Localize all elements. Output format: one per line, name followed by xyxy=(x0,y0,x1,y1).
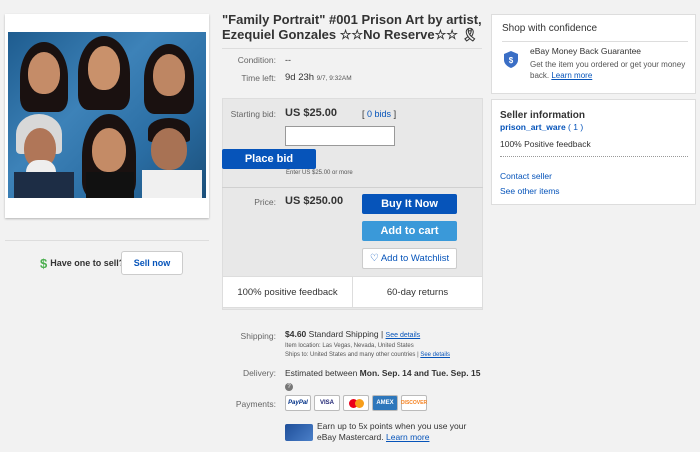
money-back-guarantee: eBay Money Back Guarantee xyxy=(530,46,642,56)
help-icon[interactable]: ? xyxy=(285,383,293,391)
shop-with-confidence-card: Shop with confidence $ eBay Money Back G… xyxy=(491,14,696,94)
product-image[interactable] xyxy=(8,32,206,198)
divider xyxy=(500,156,688,157)
seller-feedback: 100% Positive feedback xyxy=(500,139,591,149)
divider xyxy=(222,48,482,49)
condition-value: -- xyxy=(285,55,291,65)
mastercard-promo: Earn up to 5x points when you use your e… xyxy=(317,421,467,442)
item-title: "Family Portrait" #001 Prison Art by art… xyxy=(222,12,482,42)
returns-text: 60-day returns xyxy=(386,286,449,298)
ebay-mastercard-icon xyxy=(285,424,313,441)
feedback-bar: 100% positive feedback 60-day returns xyxy=(222,276,483,308)
see-details-link[interactable]: See details xyxy=(386,332,421,339)
shield-icon: $ xyxy=(504,51,518,68)
item-location: Item location: Las Vegas, Nevada, United… xyxy=(285,343,414,349)
positive-feedback-text: 100% positive feedback xyxy=(223,277,353,307)
see-details-link-2[interactable]: See details xyxy=(420,352,450,358)
starting-bid-price: US $25.00 xyxy=(285,107,337,119)
buy-it-now-button[interactable]: Buy It Now xyxy=(362,194,457,214)
shipping-cost: $4.60 xyxy=(285,329,307,339)
seller-info-title: Seller information xyxy=(500,110,586,121)
place-bid-button[interactable]: Place bid xyxy=(222,149,316,169)
sell-now-button[interactable]: Sell now xyxy=(121,251,183,275)
contact-seller-link[interactable]: Contact seller xyxy=(500,171,552,181)
have-one-to-sell-text: Have one to sell? xyxy=(50,258,125,268)
paypal-icon: PayPal xyxy=(285,395,311,411)
seller-score[interactable]: ( 1 ) xyxy=(568,122,583,132)
payment-logos: PayPal VISA AMEX DISCOVER xyxy=(285,395,430,411)
sell-prompt: $ Have one to sell? xyxy=(40,252,128,274)
learn-more-link[interactable]: Learn more xyxy=(551,71,592,80)
buy-now-price: US $250.00 xyxy=(285,195,344,207)
starting-bid-label: Starting bid: xyxy=(230,109,276,119)
seller-information-card: Seller information prison_art_ware ( 1 )… xyxy=(491,99,696,205)
delivery-estimate: Estimated between Mon. Sep. 14 and Tue. … xyxy=(285,368,481,391)
delivery-label: Delivery: xyxy=(242,368,276,378)
time-left-label: Time left: xyxy=(241,73,276,83)
divider xyxy=(222,187,483,188)
see-other-items-link[interactable]: See other items xyxy=(500,186,560,196)
seller-name-row: prison_art_ware ( 1 ) xyxy=(500,122,583,132)
bid-amount-input[interactable] xyxy=(285,126,395,146)
guarantee-desc: Get the item you ordered or get your mon… xyxy=(530,60,686,80)
learn-more-link[interactable]: Learn more xyxy=(386,432,429,442)
product-image-card[interactable] xyxy=(5,14,209,218)
ships-to: Ships to: United States and many other c… xyxy=(285,352,450,358)
amex-icon: AMEX xyxy=(372,395,398,411)
divider xyxy=(5,240,209,241)
price-label: Price: xyxy=(254,197,276,207)
shipping-method: Standard Shipping | xyxy=(308,329,384,339)
shipping-label: Shipping: xyxy=(240,331,276,341)
divider xyxy=(502,41,688,42)
bids-link[interactable]: 0 bids xyxy=(367,109,391,119)
visa-icon: VISA xyxy=(314,395,340,411)
heart-icon: ♡ xyxy=(369,253,379,264)
confidence-title: Shop with confidence xyxy=(502,23,598,34)
discover-icon: DISCOVER xyxy=(401,395,427,411)
payments-label: Payments: xyxy=(235,399,276,409)
mastercard-icon xyxy=(343,395,369,411)
svg-text:$: $ xyxy=(509,56,514,65)
time-left-value: 9d 23h 9/7, 9:32AM xyxy=(285,72,352,83)
add-to-cart-button[interactable]: Add to cart xyxy=(362,221,457,241)
shipping-line: $4.60 Standard Shipping | See details xyxy=(285,329,420,339)
add-to-watchlist-button[interactable]: ♡ Add to Watchlist xyxy=(362,248,457,269)
dollar-icon: $ xyxy=(40,255,48,271)
condition-label: Condition: xyxy=(237,55,276,65)
seller-name-link[interactable]: prison_art_ware xyxy=(500,122,566,132)
bid-count: [ 0 bids ] xyxy=(362,109,397,119)
bid-hint: Enter US $25.00 or more xyxy=(286,170,353,176)
